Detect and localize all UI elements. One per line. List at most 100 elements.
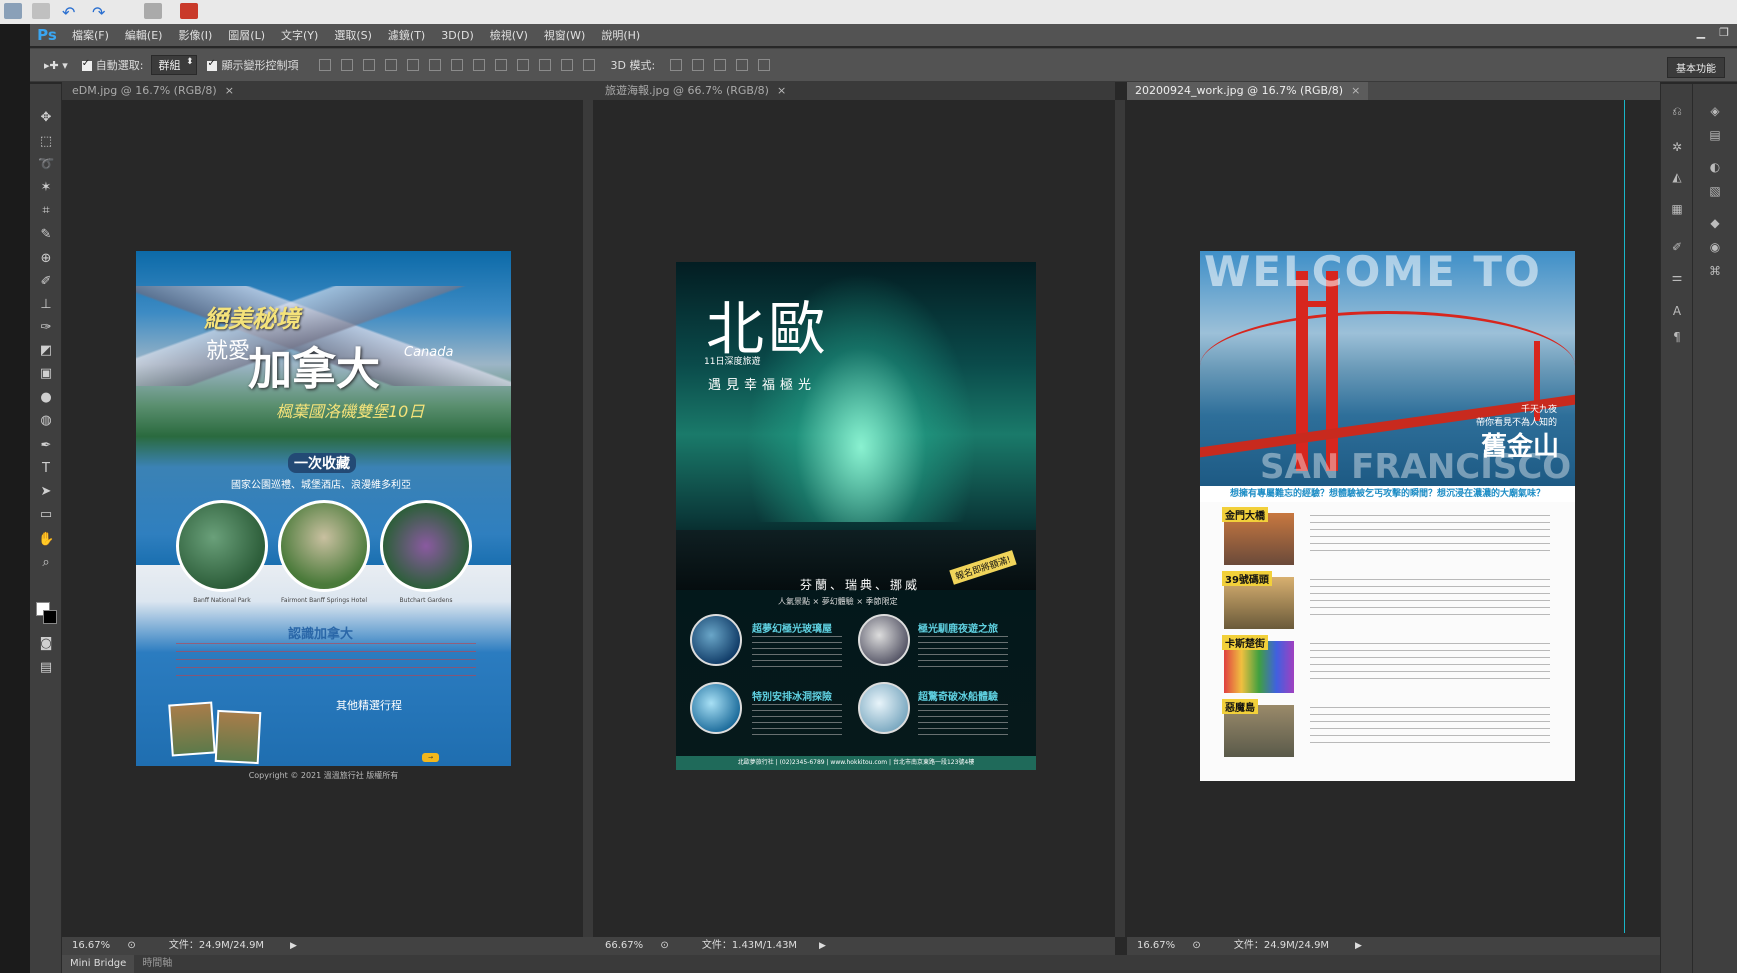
pane-divider[interactable]	[1115, 100, 1125, 937]
align-left-icon[interactable]	[385, 59, 398, 71]
menu-filter[interactable]: 濾鏡(T)	[380, 27, 433, 43]
zoom-level[interactable]: 16.67%	[72, 940, 110, 951]
save-icon[interactable]	[32, 3, 50, 19]
close-icon[interactable]: ×	[1351, 84, 1360, 97]
status-menu-arrow-icon[interactable]: ▶	[290, 937, 297, 955]
san-francisco-poster[interactable]: WELCOME TO SAN FRANCISCO 千天九夜 帶你看見不為人知的 …	[1200, 251, 1575, 781]
status-info-icon[interactable]: ⊙	[127, 940, 135, 951]
move-tool-icon[interactable]: ✥	[38, 110, 54, 126]
zoom-tool-icon[interactable]: ⌕	[38, 555, 54, 571]
brush-preset-icon[interactable]: ✐	[1669, 240, 1685, 254]
distribute-bottom-icon[interactable]	[495, 59, 508, 71]
color-icon[interactable]: ◐	[1707, 160, 1723, 174]
pen-tool-icon[interactable]: ✒	[38, 438, 54, 454]
distribute-right-icon[interactable]	[561, 59, 574, 71]
auto-select-dropdown[interactable]: 群組	[151, 55, 198, 75]
document-tab-1[interactable]: eDM.jpg @ 16.7% (RGB/8) ×	[62, 82, 595, 100]
app-icon[interactable]	[4, 3, 22, 19]
lasso-tool-icon[interactable]: ➰	[38, 157, 54, 173]
align-right-icon[interactable]	[429, 59, 442, 71]
screen-mode-icon[interactable]: ▤	[38, 660, 54, 676]
blur-tool-icon[interactable]: ●	[38, 390, 54, 406]
status-info-icon[interactable]: ⊙	[660, 940, 668, 951]
background-color-swatch[interactable]	[43, 610, 57, 624]
align-vcenter-icon[interactable]	[341, 59, 354, 71]
canada-poster[interactable]: 絕美秘境 就愛 加拿大 Canada 楓葉國洛磯雙堡10日 一次收藏 國家公園巡…	[136, 251, 511, 766]
styles-icon[interactable]: ▧	[1707, 184, 1723, 198]
rectangle-tool-icon[interactable]: ▭	[38, 507, 54, 523]
magic-wand-tool-icon[interactable]: ✶	[38, 180, 54, 196]
status-menu-arrow-icon[interactable]: ▶	[1355, 937, 1362, 955]
clone-stamp-tool-icon[interactable]: ⊥	[38, 297, 54, 313]
undo-icon[interactable]: ↶	[62, 3, 80, 22]
auto-align-icon[interactable]	[583, 59, 596, 71]
brush-tool-icon[interactable]: ✐	[38, 274, 54, 290]
menu-3d[interactable]: 3D(D)	[433, 29, 482, 42]
status-menu-arrow-icon[interactable]: ▶	[819, 937, 826, 955]
clone-source-icon[interactable]: ⚌	[1669, 270, 1685, 284]
menu-image[interactable]: 影像(I)	[170, 27, 220, 43]
menu-window[interactable]: 視窗(W)	[536, 27, 593, 43]
properties-icon[interactable]: ✲	[1669, 140, 1685, 154]
align-bottom-icon[interactable]	[363, 59, 376, 71]
screenshot-icon[interactable]	[144, 3, 162, 19]
character-icon[interactable]: A	[1669, 304, 1685, 318]
layers-icon[interactable]: ◆	[1707, 216, 1723, 230]
dodge-tool-icon[interactable]: ◍	[38, 413, 54, 429]
paragraph-icon[interactable]: ¶	[1669, 330, 1685, 344]
distribute-vcenter-icon[interactable]	[473, 59, 486, 71]
gradient-tool-icon[interactable]: ▣	[38, 366, 54, 382]
channels-icon[interactable]: ▦	[1669, 202, 1685, 216]
history-icon[interactable]: ⎌	[1669, 104, 1685, 118]
eraser-tool-icon[interactable]: ◩	[38, 343, 54, 359]
close-icon[interactable]: ×	[777, 84, 786, 97]
restore-icon[interactable]: ❐	[1719, 26, 1729, 39]
menu-help[interactable]: 說明(H)	[593, 27, 648, 43]
adjustments-icon[interactable]: ◭	[1669, 170, 1685, 184]
slide-3d-icon[interactable]	[736, 59, 749, 71]
orbit-3d-icon[interactable]	[670, 59, 683, 71]
align-top-icon[interactable]	[319, 59, 332, 71]
menu-view[interactable]: 檢視(V)	[482, 27, 536, 43]
tab-timeline[interactable]: 時間軸	[134, 955, 180, 973]
move-tool-preset-icon[interactable]: ▸✚ ▾	[44, 59, 68, 72]
menu-type[interactable]: 文字(Y)	[273, 27, 326, 43]
redo-icon[interactable]: ↷	[92, 3, 110, 22]
zoom-level[interactable]: 16.67%	[1137, 940, 1175, 951]
channels-panel-icon[interactable]: ◉	[1707, 240, 1723, 254]
align-hcenter-icon[interactable]	[407, 59, 420, 71]
show-transform-checkbox[interactable]	[207, 58, 218, 71]
distribute-left-icon[interactable]	[517, 59, 530, 71]
tab-mini-bridge[interactable]: Mini Bridge	[62, 955, 135, 973]
close-icon[interactable]: ×	[225, 84, 234, 97]
workspace-switcher[interactable]: 基本功能	[1667, 57, 1725, 78]
hand-tool-icon[interactable]: ✋	[38, 532, 54, 548]
guide-line[interactable]	[1624, 100, 1625, 933]
record-icon[interactable]	[180, 3, 198, 19]
paths-icon[interactable]: ⌘	[1707, 264, 1723, 278]
menu-edit[interactable]: 編輯(E)	[117, 27, 171, 43]
scale-3d-icon[interactable]	[758, 59, 771, 71]
roll-3d-icon[interactable]	[692, 59, 705, 71]
marquee-tool-icon[interactable]: ⬚	[38, 134, 54, 150]
eyedropper-tool-icon[interactable]: ✎	[38, 227, 54, 243]
minimize-icon[interactable]: ▁	[1697, 26, 1705, 39]
quick-mask-icon[interactable]: ◙	[38, 636, 54, 652]
history-brush-tool-icon[interactable]: ✑	[38, 320, 54, 336]
pane-divider[interactable]	[583, 100, 593, 937]
distribute-top-icon[interactable]	[451, 59, 464, 71]
auto-select-checkbox[interactable]	[81, 58, 92, 71]
crop-tool-icon[interactable]: ⌗	[38, 203, 54, 219]
healing-brush-tool-icon[interactable]: ⊕	[38, 251, 54, 267]
swatches-icon[interactable]: ▤	[1707, 128, 1723, 142]
menu-file[interactable]: 檔案(F)	[64, 27, 117, 43]
type-tool-icon[interactable]: T	[38, 461, 54, 477]
3d-icon[interactable]: ◈	[1707, 104, 1723, 118]
document-tab-3[interactable]: 20200924_work.jpg @ 16.7% (RGB/8) ×	[1127, 82, 1660, 100]
zoom-level[interactable]: 66.67%	[605, 940, 643, 951]
path-selection-tool-icon[interactable]: ➤	[38, 484, 54, 500]
menu-select[interactable]: 選取(S)	[326, 27, 380, 43]
pan-3d-icon[interactable]	[714, 59, 727, 71]
menu-layer[interactable]: 圖層(L)	[220, 27, 273, 43]
document-tab-2[interactable]: 旅遊海報.jpg @ 66.7% (RGB/8) ×	[595, 82, 1115, 100]
